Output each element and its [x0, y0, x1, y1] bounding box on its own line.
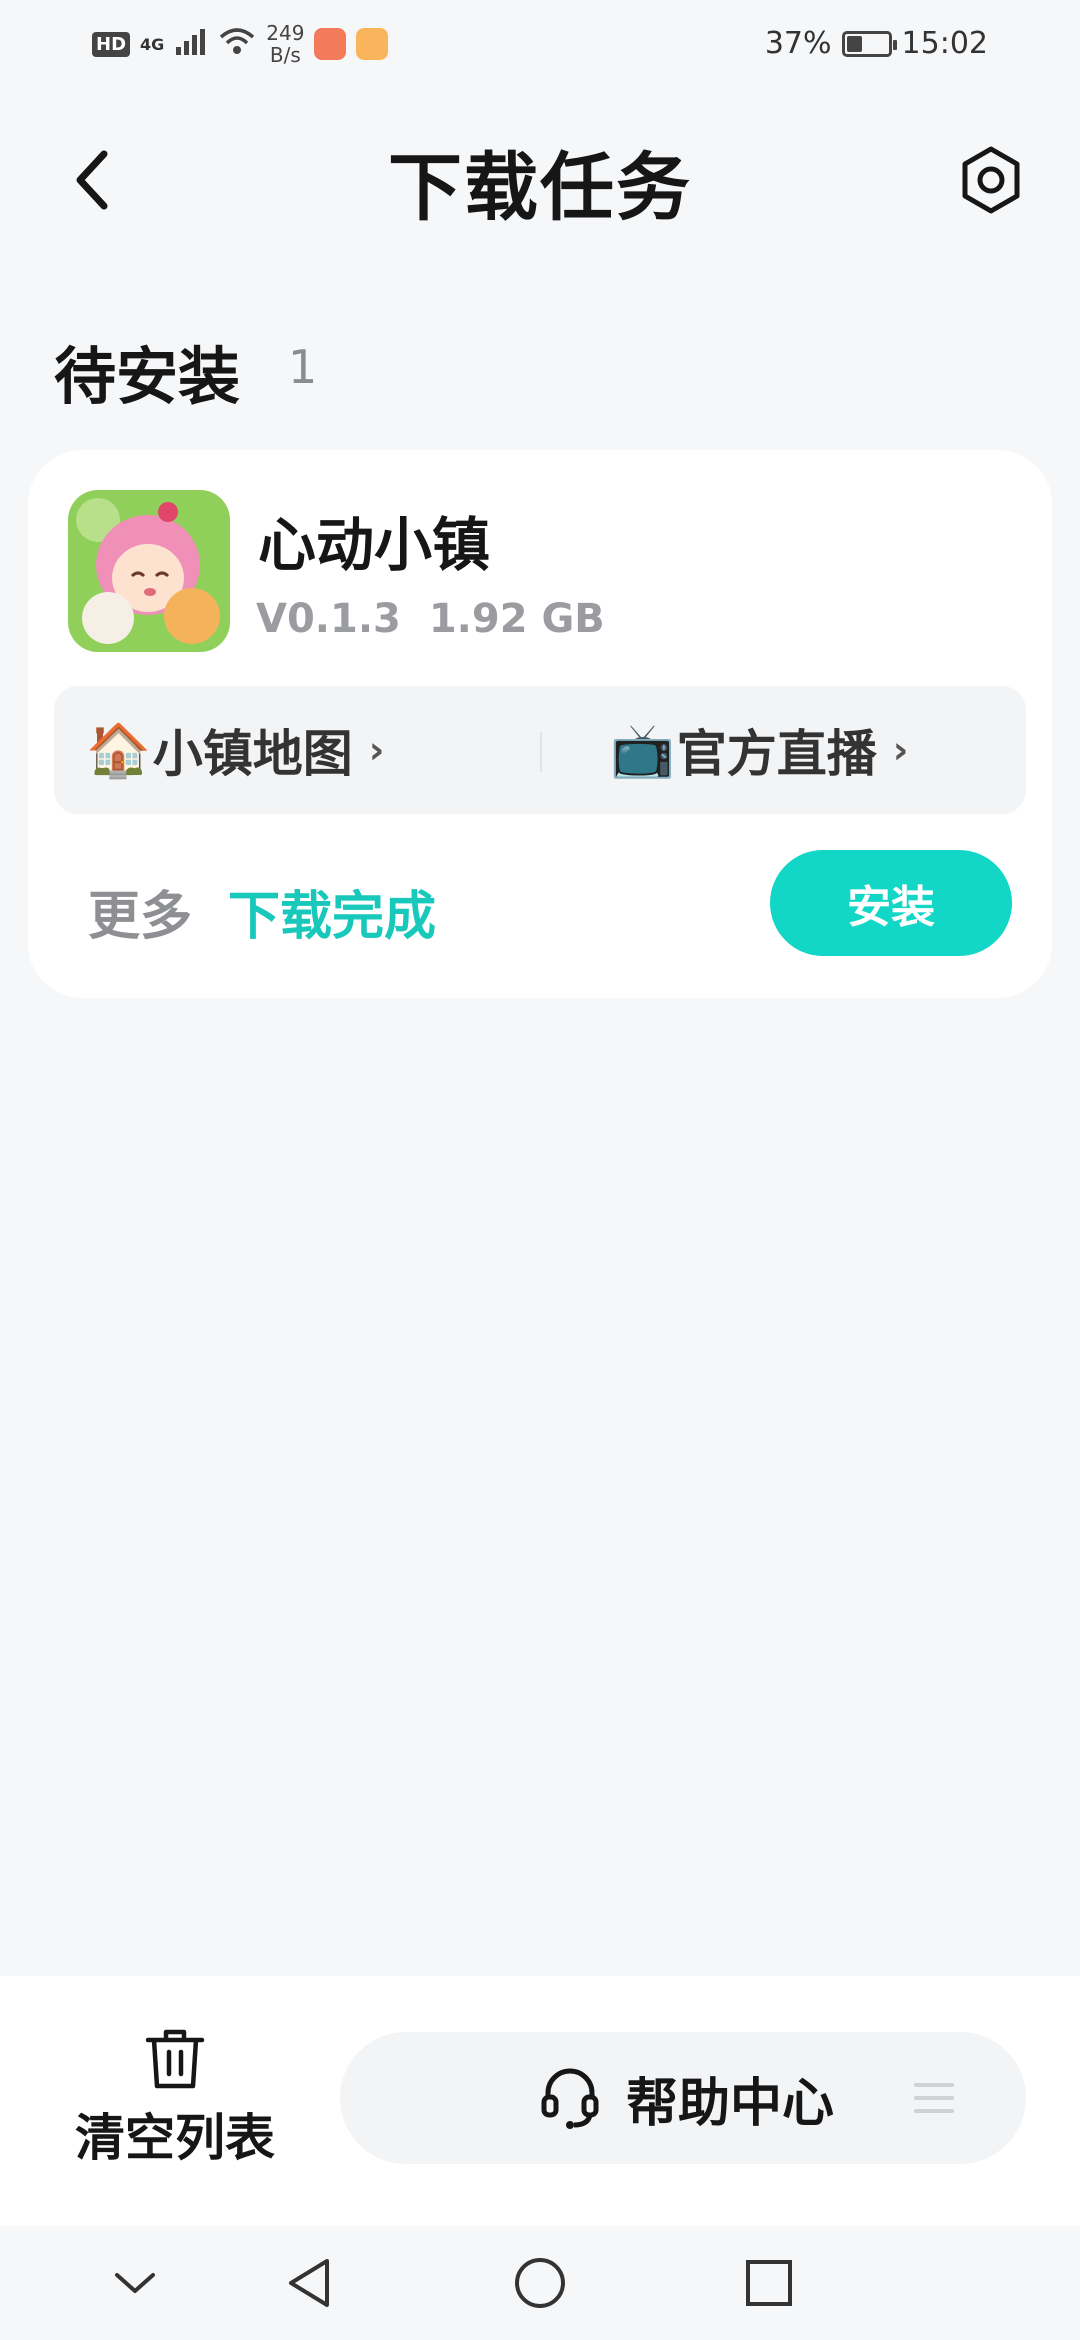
app-icon-image [68, 490, 230, 652]
official-live-link[interactable]: 📺 官方直播 › [610, 686, 908, 814]
status-left: HD 4G 249 B/s [92, 22, 389, 66]
download-status: 下载完成 [228, 887, 437, 947]
section-count: 1 [288, 340, 318, 394]
house-icon: 🏠 [86, 720, 151, 781]
circle-home-icon [515, 2258, 565, 2308]
network-type: 4G [140, 34, 165, 54]
clear-list-button[interactable]: 清空列表 [40, 2026, 310, 2176]
chevron-down-icon [115, 2273, 155, 2293]
speed-unit: B/s [269, 43, 301, 67]
gear-icon [962, 146, 1020, 214]
wifi-icon [218, 26, 256, 63]
links-divider [540, 732, 542, 772]
speed-value: 249 [266, 21, 305, 45]
battery-level [846, 35, 862, 52]
install-button[interactable]: 安装 [770, 850, 1012, 956]
app-icon[interactable] [68, 490, 230, 652]
menu-icon[interactable] [912, 2080, 956, 2116]
trash-icon [145, 2029, 205, 2089]
network-speed: 249 B/s [266, 22, 304, 66]
app-size: 1.92 GB [428, 596, 605, 642]
headset-icon [541, 2068, 599, 2129]
square-recents-icon [746, 2260, 792, 2306]
notification-app-icon [314, 28, 347, 60]
battery-tip [892, 39, 897, 50]
nav-recents-button[interactable] [734, 2248, 804, 2318]
nav-collapse-button[interactable] [100, 2248, 170, 2318]
more-button[interactable]: 更多 [88, 874, 192, 949]
chevron-right-icon: › [892, 728, 909, 772]
help-center-label: 帮助中心 [626, 2073, 835, 2134]
notification-app-icon-2 [356, 28, 389, 60]
app-version: V0.1.3 [256, 596, 401, 642]
town-map-label: 小镇地图 [152, 725, 353, 783]
settings-button[interactable] [955, 140, 1027, 220]
status-right: 37% 15:02 [765, 26, 988, 61]
town-map-link[interactable]: 🏠 小镇地图 › [86, 686, 384, 814]
clock: 15:02 [901, 26, 988, 61]
nav-home-button[interactable] [505, 2248, 575, 2318]
section-title: 待安装 [54, 340, 241, 413]
app-meta: V0.1.3 1.92 GB [256, 596, 605, 642]
help-center-content[interactable]: 帮助中心 [540, 2032, 834, 2164]
nav-back-button[interactable] [274, 2248, 344, 2318]
page-title: 下载任务 [388, 145, 692, 231]
signal-icon [174, 27, 208, 62]
triangle-back-icon [289, 2259, 329, 2307]
official-live-label: 官方直播 [676, 725, 877, 783]
tv-icon: 📺 [610, 720, 675, 781]
battery-icon [841, 30, 897, 57]
battery-percent: 37% [764, 26, 832, 61]
app-name: 心动小镇 [258, 511, 491, 579]
clear-list-label: 清空列表 [75, 2109, 275, 2167]
hd-indicator: HD [92, 31, 131, 57]
chevron-right-icon: › [368, 728, 385, 772]
